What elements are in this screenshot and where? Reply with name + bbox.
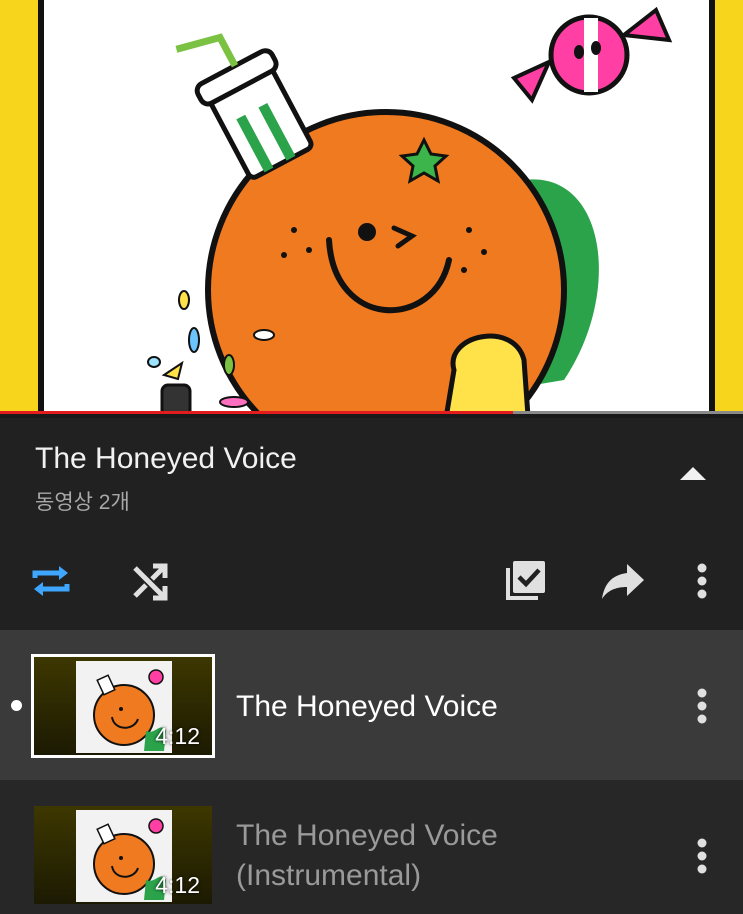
video-artwork-frame [38, 0, 715, 414]
shuffle-icon[interactable] [125, 556, 175, 606]
more-vertical-icon[interactable] [688, 686, 716, 726]
video-duration: 4:12 [155, 723, 200, 749]
playlist-video-count: 동영상 2개 [35, 491, 130, 514]
video-player[interactable] [0, 0, 743, 414]
playlist-item[interactable]: 4:12 The Honeyed Voice (Instrumental) [0, 780, 743, 914]
playlist-title: The Honeyed Voice [35, 442, 297, 475]
video-thumbnail[interactable]: 4:12 [31, 654, 215, 758]
collapse-up-icon[interactable] [672, 452, 714, 494]
loop-icon[interactable] [26, 556, 76, 606]
progress-bar[interactable] [0, 411, 743, 414]
more-vertical-icon[interactable] [688, 836, 716, 876]
video-title[interactable]: The Honeyed Voice (Instrumental) [236, 816, 566, 896]
share-icon[interactable] [598, 556, 648, 606]
save-to-library-icon[interactable] [500, 556, 550, 606]
video-duration: 4:12 [155, 872, 200, 898]
video-thumbnail[interactable]: 4:12 [34, 806, 212, 904]
video-title[interactable]: The Honeyed Voice [236, 687, 498, 727]
progress-bar-fill [0, 411, 513, 414]
more-vertical-icon[interactable] [688, 556, 716, 606]
playlist-header[interactable]: The Honeyed Voice 동영상 2개 [0, 418, 743, 532]
playlist-item-current[interactable]: 4:12 The Honeyed Voice [0, 630, 743, 780]
now-playing-indicator [11, 700, 22, 711]
orange-character-illustration [147, 6, 673, 414]
playlist-actions-bar [0, 532, 743, 630]
